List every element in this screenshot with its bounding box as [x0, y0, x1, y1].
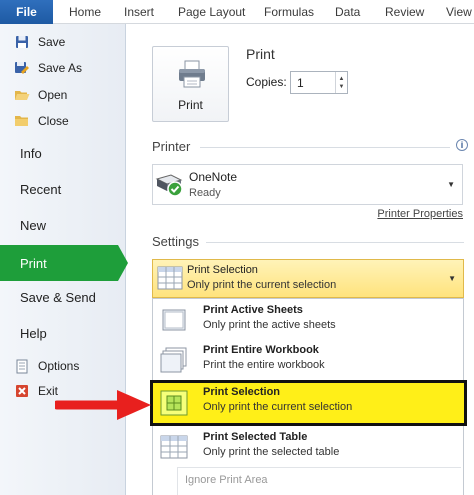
sidebar-item-label: Close	[38, 114, 69, 128]
chevron-down-icon[interactable]: ▼	[339, 83, 345, 91]
option-title: Print Selected Table	[203, 431, 308, 443]
sidebar-item-exit[interactable]: Exit	[14, 380, 58, 402]
printer-status: Ready	[189, 187, 221, 199]
sidebar-item-open[interactable]: Open	[14, 84, 67, 106]
chevron-down-icon[interactable]: ▼	[448, 274, 456, 283]
print-heading: Print	[246, 46, 275, 62]
copies-stepper[interactable]: 1 ▲ ▼	[290, 71, 348, 94]
print-button-label: Print	[178, 98, 203, 112]
option-desc: Only print the selected table	[203, 446, 340, 458]
sidebar-item-label: Options	[38, 359, 80, 373]
sidebar-item-close[interactable]: Close	[14, 110, 69, 132]
option-print-entire-workbook[interactable]: Print Entire Workbook Print the entire w…	[153, 339, 463, 383]
ribbon-tab-bar: File Home Insert Page Layout Formulas Da…	[0, 0, 474, 24]
printer-name: OneNote	[189, 170, 238, 184]
sidebar-item-options[interactable]: Options	[14, 355, 79, 377]
sidebar-item-save[interactable]: Save	[14, 31, 65, 53]
printer-properties-link[interactable]: Printer Properties	[377, 208, 463, 220]
tab-data[interactable]: Data	[335, 0, 360, 24]
menu-divider	[177, 467, 461, 468]
option-desc: Only print the active sheets	[203, 319, 336, 331]
option-print-selection[interactable]: Print Selection Only print the current s…	[150, 380, 467, 426]
tab-page-layout[interactable]: Page Layout	[178, 0, 245, 24]
print-what-select[interactable]: Print Selection Only print the current s…	[152, 259, 464, 298]
save-icon	[14, 34, 30, 50]
sidebar-item-recent[interactable]: Recent	[20, 182, 61, 197]
option-title: Print Entire Workbook	[203, 344, 319, 356]
tab-insert[interactable]: Insert	[124, 0, 154, 24]
sidebar-item-save-send[interactable]: Save & Send	[20, 290, 96, 305]
option-print-active-sheets[interactable]: Print Active Sheets Only print the activ…	[153, 299, 463, 343]
tab-review[interactable]: Review	[385, 0, 424, 24]
printer-heading: Printer	[152, 139, 191, 154]
copies-label: Copies:	[246, 75, 287, 89]
info-icon[interactable]: i	[456, 139, 468, 151]
ignore-print-area-toggle[interactable]: Ignore Print Area	[185, 474, 268, 486]
active-sheets-icon	[160, 307, 188, 333]
sidebar-item-label: Open	[38, 88, 68, 102]
folder-close-icon	[14, 113, 30, 129]
printer-heading-divider	[200, 147, 450, 148]
sidebar-item-label: Save As	[38, 61, 83, 75]
copies-spin-buttons[interactable]: ▲ ▼	[335, 72, 347, 93]
sidebar-item-label: Print	[20, 255, 47, 271]
copies-value[interactable]: 1	[291, 76, 335, 90]
tab-view[interactable]: View	[446, 0, 472, 24]
entire-workbook-icon	[160, 347, 188, 373]
selection-grid-icon	[157, 266, 183, 295]
selected-option-title: Print Selection	[187, 264, 258, 276]
option-desc: Print the entire workbook	[203, 359, 325, 371]
sidebar-item-new[interactable]: New	[20, 218, 46, 233]
settings-heading: Settings	[152, 234, 199, 249]
selected-item-pointer	[118, 245, 128, 281]
print-button[interactable]: Print	[152, 46, 229, 122]
selection-highlight-icon	[160, 390, 188, 421]
option-print-selected-table[interactable]: Print Selected Table Only print the sele…	[153, 426, 463, 470]
chevron-up-icon[interactable]: ▲	[339, 75, 345, 83]
folder-open-icon	[14, 87, 30, 103]
sidebar-item-label: Save	[38, 35, 66, 49]
backstage-sidebar: Save Save As Open Close Info Recent New …	[0, 24, 128, 495]
chevron-down-icon[interactable]: ▼	[447, 180, 455, 189]
selected-table-icon	[160, 434, 188, 460]
tab-formulas[interactable]: Formulas	[264, 0, 314, 24]
selected-option-desc: Only print the current selection	[187, 279, 337, 291]
sidebar-item-save-as[interactable]: Save As	[14, 57, 82, 79]
sidebar-item-info[interactable]: Info	[20, 146, 42, 161]
tab-file[interactable]: File	[0, 0, 53, 24]
printer-select[interactable]: OneNote Ready ▼	[152, 164, 463, 205]
options-document-icon	[14, 358, 30, 374]
option-desc: Only print the current selection	[203, 401, 353, 413]
sidebar-item-print[interactable]: Print	[0, 245, 118, 281]
option-title: Print Active Sheets	[203, 304, 303, 316]
sidebar-item-help[interactable]: Help	[20, 326, 47, 341]
tab-home[interactable]: Home	[69, 0, 101, 24]
red-arrow-icon	[55, 390, 151, 420]
exit-icon	[14, 383, 30, 399]
save-as-icon	[14, 60, 30, 76]
print-what-dropdown: Print Active Sheets Only print the activ…	[150, 298, 467, 495]
option-title: Print Selection	[203, 386, 281, 398]
settings-heading-divider	[206, 242, 464, 243]
menu-divider-vertical	[177, 467, 178, 495]
printer-device-icon	[155, 171, 185, 204]
printer-icon	[177, 59, 207, 94]
